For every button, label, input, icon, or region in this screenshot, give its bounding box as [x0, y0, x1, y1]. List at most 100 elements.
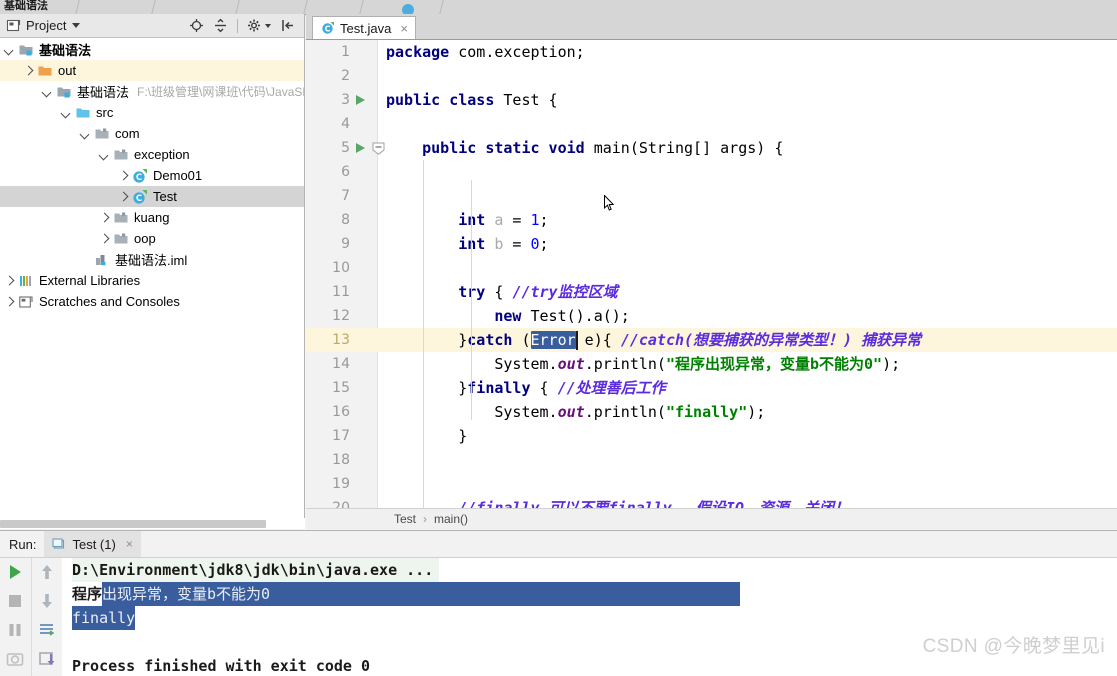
code-editor[interactable]: 1 package com.exception; 2 3 public class Te…	[306, 40, 1117, 508]
tree-node-package-exception[interactable]: exception	[0, 144, 304, 165]
code-line-17[interactable]: 17 }	[306, 424, 1117, 448]
ghost-tab-divider	[438, 0, 444, 14]
code-line-11[interactable]: 11 try { //try监控区域	[306, 280, 1117, 304]
screenshot-icon[interactable]	[5, 649, 25, 669]
chevron-down-icon[interactable]	[4, 44, 16, 56]
tree-node-scratches[interactable]: Scratches and Consoles	[0, 291, 304, 312]
tree-node-class-test[interactable]: C Test	[0, 186, 304, 207]
code-line-8[interactable]: 8 int a = 1;	[306, 208, 1117, 232]
code-token: //try监控区域	[512, 283, 618, 301]
locate-target-icon[interactable]	[189, 18, 204, 33]
line-number: 13	[332, 332, 350, 348]
breadcrumb-separator: ›	[423, 512, 428, 526]
code-line-14[interactable]: 14 System.out.println("程序出现异常，变量b不能为0");	[306, 352, 1117, 376]
code-text: }	[386, 424, 467, 448]
soft-wrap-icon[interactable]	[37, 620, 57, 640]
chevron-right-icon[interactable]	[4, 275, 16, 287]
fold-collapse-icon[interactable]	[372, 141, 385, 155]
collapse-all-icon[interactable]	[213, 18, 228, 33]
code-line-4[interactable]: 4	[306, 112, 1117, 136]
code-line-6[interactable]: 6	[306, 160, 1117, 184]
code-line-15[interactable]: 15 }finally { //处理善后工作	[306, 376, 1117, 400]
chevron-right-icon[interactable]	[118, 191, 130, 203]
editor-tab-test-java[interactable]: C Test.java ×	[312, 16, 416, 39]
code-line-16[interactable]: 16 System.out.println("finally");	[306, 400, 1117, 424]
tree-node-out-folder[interactable]: out	[0, 60, 304, 81]
chevron-down-icon[interactable]	[99, 149, 111, 161]
code-token: );	[882, 355, 901, 373]
rerun-icon[interactable]	[5, 562, 25, 582]
hide-panel-icon[interactable]	[280, 18, 295, 33]
tree-node-src-folder[interactable]: src	[0, 102, 304, 123]
scroll-up-icon[interactable]	[37, 562, 57, 582]
chevron-down-icon[interactable]	[61, 107, 73, 119]
console-output[interactable]: D:\Environment\jdk8\jdk\bin\java.exe ...…	[62, 558, 1117, 676]
stop-icon[interactable]	[5, 591, 25, 611]
code-line-10[interactable]: 10	[306, 256, 1117, 280]
code-line-20[interactable]: 20 //finally 可以不要finally， 假设IO，资源，关闭！	[306, 496, 1117, 508]
chevron-down-icon[interactable]	[80, 128, 92, 140]
line-number: 5	[341, 140, 350, 156]
code-text: }finally { //处理善后工作	[386, 376, 666, 400]
ghost-tab-divider	[358, 0, 364, 14]
line-number: 6	[341, 164, 350, 180]
project-tree[interactable]: 基础语法out基础语法F:\班级管理\网课班\代码\JavaSE\基 srccom…	[0, 39, 304, 517]
breadcrumb-item-method[interactable]: main()	[434, 512, 468, 526]
line-number: 14	[332, 356, 350, 372]
code-line-12[interactable]: 12 new Test().a();	[306, 304, 1117, 328]
code-line-3[interactable]: 3 public class Test {	[306, 88, 1117, 112]
scrollbar-thumb[interactable]	[0, 520, 266, 528]
chevron-right-icon[interactable]	[23, 65, 35, 77]
code-line-2[interactable]: 2	[306, 64, 1117, 88]
code-line-13[interactable]: 13 }catch (Error e){ //catch(想要捕获的异常类型！)…	[306, 328, 1117, 352]
code-line-1[interactable]: 1 package com.exception;	[306, 40, 1117, 64]
code-line-19[interactable]: 19	[306, 472, 1117, 496]
tree-node-label: src	[96, 105, 114, 120]
code-line-5[interactable]: 5 public static void main(String[] args)…	[306, 136, 1117, 160]
code-token: Test {	[494, 91, 558, 109]
tree-node-package-com[interactable]: com	[0, 123, 304, 144]
project-tool-window: Project 基础语法 out 基础语法 F:\班级管理\网课班\代码\Jav…	[0, 14, 305, 529]
chevron-right-icon[interactable]	[99, 212, 111, 224]
line-number: 20	[332, 500, 350, 508]
tree-node-package-oop[interactable]: oop	[0, 228, 304, 249]
project-tree-hscrollbar[interactable]	[0, 518, 305, 529]
code-line-7[interactable]: 7	[306, 184, 1117, 208]
line-number: 2	[341, 68, 350, 84]
chevron-down-icon[interactable]	[72, 23, 81, 28]
tree-node-file-iml[interactable]: 基础语法.iml	[0, 249, 304, 270]
run-gutter-icon[interactable]	[356, 95, 365, 105]
breadcrumb[interactable]: Test › main()	[306, 508, 1117, 529]
tree-node-root-project[interactable]: 基础语法	[0, 39, 304, 60]
indent-guide	[423, 160, 424, 508]
chevron-down-icon[interactable]	[42, 86, 54, 98]
code-line-9[interactable]: 9 int b = 0;	[306, 232, 1117, 256]
chevron-right-icon[interactable]	[118, 170, 130, 182]
tree-node-module-base[interactable]: 基础语法 F:\班级管理\网课班\代码\JavaSE\基	[0, 81, 304, 102]
tree-node-external-libs[interactable]: External Libraries	[0, 270, 304, 291]
console-text-selected: 出现异常，变量b不能为0	[102, 582, 741, 606]
run-tab-test[interactable]: Test (1) ×	[44, 531, 141, 557]
chevron-right-icon[interactable]	[99, 233, 111, 245]
svg-text:C: C	[325, 25, 331, 34]
line-number: 15	[332, 380, 350, 396]
pause-icon[interactable]	[5, 620, 25, 640]
export-icon[interactable]	[37, 649, 57, 669]
close-icon[interactable]: ×	[400, 22, 408, 35]
line-number: 17	[332, 428, 350, 444]
settings-gear-icon[interactable]	[247, 18, 262, 33]
code-lines[interactable]: 1 package com.exception; 2 3 public class Te…	[306, 40, 1117, 508]
tree-node-package-kuang[interactable]: kuang	[0, 207, 304, 228]
tree-node-label: com	[115, 126, 140, 141]
scroll-down-icon[interactable]	[37, 591, 57, 611]
run-gutter-icon[interactable]	[356, 143, 365, 153]
code-line-18[interactable]: 18	[306, 448, 1117, 472]
breadcrumb-item-class[interactable]: Test	[394, 512, 416, 526]
chevron-right-icon[interactable]	[4, 296, 16, 308]
close-icon[interactable]: ×	[126, 537, 133, 551]
gear-chevron-down-icon[interactable]	[265, 23, 271, 28]
code-token: //处理善后工作	[557, 379, 666, 397]
tree-node-label: Test	[153, 189, 177, 204]
run-tab-bar: Run: Test (1) ×	[0, 531, 1117, 558]
tree-node-class-demo01[interactable]: C Demo01	[0, 165, 304, 186]
